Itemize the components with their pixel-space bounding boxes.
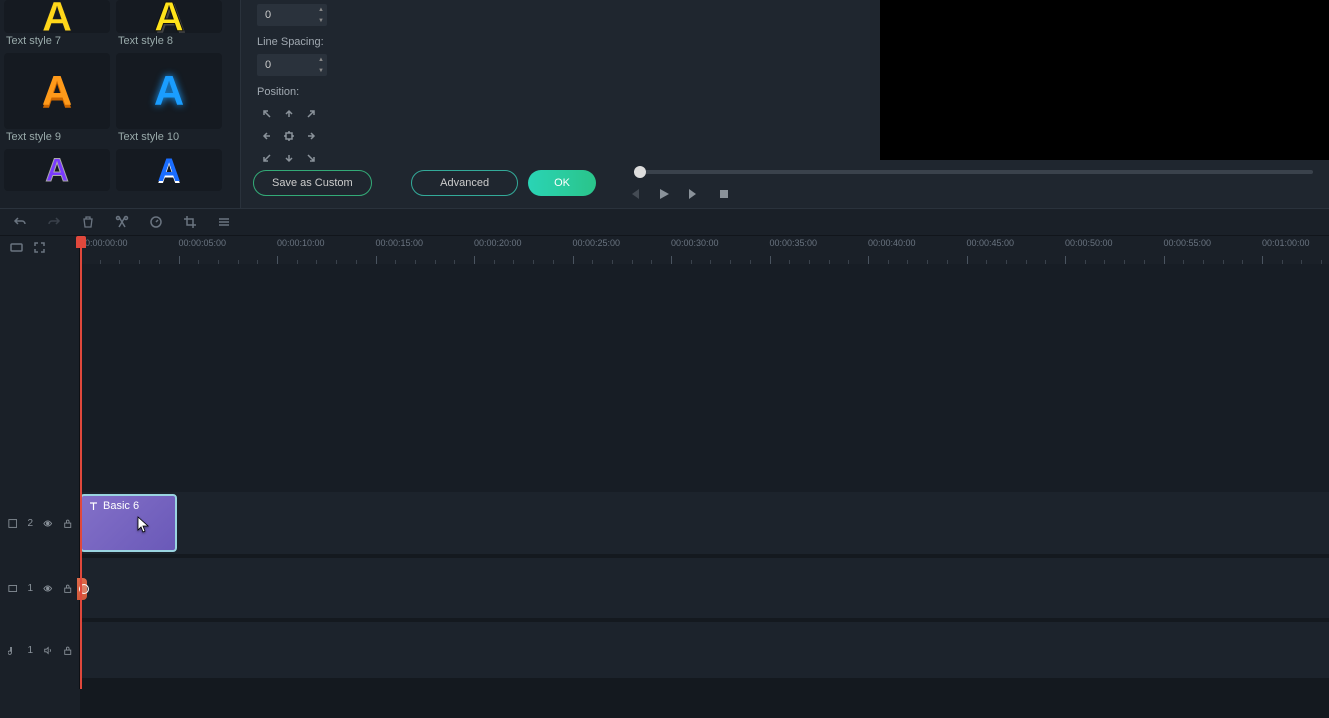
position-bottom-right[interactable]	[301, 148, 321, 168]
preview-panel	[608, 0, 1329, 208]
position-center[interactable]	[279, 126, 299, 146]
delete-button[interactable]	[80, 214, 96, 230]
text-style-7-thumb[interactable]: A	[4, 0, 110, 33]
timeline-toolbar	[0, 208, 1329, 236]
prev-frame-button[interactable]	[626, 186, 642, 202]
ruler-tick: 00:00:30:00	[671, 238, 719, 248]
text-clip[interactable]: Basic 6	[80, 494, 177, 552]
ruler-tick: 00:01:00:00	[1262, 238, 1310, 248]
visibility-toggle-icon[interactable]	[43, 518, 52, 529]
clip-name: Basic 6	[103, 500, 139, 512]
ruler-tick: 00:00:35:00	[770, 238, 818, 248]
lock-toggle-icon[interactable]	[63, 583, 72, 594]
position-grid	[257, 104, 592, 168]
timeline-ruler[interactable]: 00:00:00:00 00:00:05:00 00:00:10:00 00:00:1…	[80, 236, 1329, 264]
zoom-fit-icon[interactable]	[33, 241, 46, 259]
text-style-12-thumb[interactable]: A	[116, 149, 222, 191]
text-track-number: 2	[27, 518, 33, 529]
position-top-left[interactable]	[257, 104, 277, 124]
ok-button[interactable]: OK	[528, 170, 596, 196]
spinner-down-icon[interactable]: ▼	[315, 15, 327, 26]
position-bottom[interactable]	[279, 148, 299, 168]
letter-a-icon: A	[157, 154, 180, 186]
ruler-tick: 00:00:05:00	[179, 238, 227, 248]
text-style-10-thumb[interactable]: A	[116, 53, 222, 129]
ruler-tick: 00:00:25:00	[573, 238, 621, 248]
cursor-icon	[137, 516, 151, 534]
redo-button[interactable]	[46, 214, 62, 230]
ruler-tick: 00:00:55:00	[1164, 238, 1212, 248]
visibility-toggle-icon[interactable]	[43, 583, 52, 594]
advanced-button[interactable]: Advanced	[411, 170, 518, 196]
play-button[interactable]	[656, 186, 672, 202]
line-spacing-input[interactable]: 0	[257, 54, 315, 76]
text-clip-icon	[88, 501, 99, 512]
letter-a-icon: A	[42, 70, 72, 112]
position-left[interactable]	[257, 126, 277, 146]
audio-track-icon	[8, 645, 17, 656]
ruler-tick: 00:00:10:00	[277, 238, 325, 248]
letter-a-icon: A	[45, 154, 68, 186]
save-as-custom-button[interactable]: Save as Custom	[253, 170, 372, 196]
line-spacing-label: Line Spacing:	[257, 36, 592, 48]
playhead-cap-icon[interactable]	[76, 236, 86, 248]
stop-button[interactable]	[716, 186, 732, 202]
letter-a-icon: A	[42, 0, 72, 33]
video-track-icon	[8, 583, 17, 594]
lock-toggle-icon[interactable]	[63, 645, 72, 656]
preview-scrubber[interactable]	[634, 170, 1313, 174]
timeline: 00:00:00:00 00:00:05:00 00:00:10:00 00:00:1…	[0, 236, 1329, 689]
position-top-right[interactable]	[301, 104, 321, 124]
ruler-tick: 00:00:00:00	[80, 238, 128, 248]
snap-toggle-icon[interactable]	[10, 241, 23, 259]
letter-a-icon: A	[154, 70, 184, 112]
text-style-9-label: Text style 9	[4, 129, 110, 147]
preview-viewport	[608, 0, 1329, 160]
playhead[interactable]	[80, 236, 82, 689]
text-styles-panel: A Text style 7 A Text style 8 A Text sty…	[0, 0, 240, 208]
ruler-tick: 00:00:15:00	[376, 238, 424, 248]
text-style-9-thumb[interactable]: A	[4, 53, 110, 129]
spinner-down-icon[interactable]: ▼	[315, 65, 327, 76]
menu-button[interactable]	[216, 214, 232, 230]
crop-button[interactable]	[182, 214, 198, 230]
split-button[interactable]	[114, 214, 130, 230]
position-top[interactable]	[279, 104, 299, 124]
text-style-11-thumb[interactable]: A	[4, 149, 110, 191]
text-style-10-label: Text style 10	[116, 129, 222, 147]
audio-track[interactable]: 1	[80, 622, 1329, 678]
spinner-up-icon[interactable]: ▲	[315, 54, 327, 65]
next-frame-button[interactable]	[686, 186, 702, 202]
position-right[interactable]	[301, 126, 321, 146]
lock-toggle-icon[interactable]	[63, 518, 72, 529]
position-label: Position:	[257, 86, 592, 98]
mute-toggle-icon[interactable]	[43, 645, 52, 656]
video-track[interactable]: 1	[80, 558, 1329, 618]
scrubber-thumb-icon[interactable]	[634, 166, 646, 178]
audio-track-number: 1	[27, 645, 33, 656]
speed-button[interactable]	[148, 214, 164, 230]
text-style-7-label: Text style 7	[4, 33, 110, 51]
spinner-up-icon[interactable]: ▲	[315, 4, 327, 15]
letter-a-icon: A	[154, 0, 184, 33]
text-track-icon	[8, 518, 17, 529]
ruler-tick: 00:00:20:00	[474, 238, 522, 248]
position-bottom-left[interactable]	[257, 148, 277, 168]
video-track-number: 1	[27, 583, 33, 594]
video-clip-fragment[interactable]	[77, 578, 87, 600]
text-style-8-label: Text style 8	[116, 33, 222, 51]
ruler-tick: 00:00:45:00	[967, 238, 1015, 248]
char-spacing-input[interactable]: 0	[257, 4, 315, 26]
text-track[interactable]: 2 Basic 6	[80, 492, 1329, 554]
ruler-tick: 00:00:50:00	[1065, 238, 1113, 248]
text-style-8-thumb[interactable]: A	[116, 0, 222, 33]
undo-button[interactable]	[12, 214, 28, 230]
text-properties-panel: 0 ▲ ▼ Line Spacing: 0 ▲ ▼ Position:	[240, 0, 608, 208]
ruler-tick: 00:00:40:00	[868, 238, 916, 248]
